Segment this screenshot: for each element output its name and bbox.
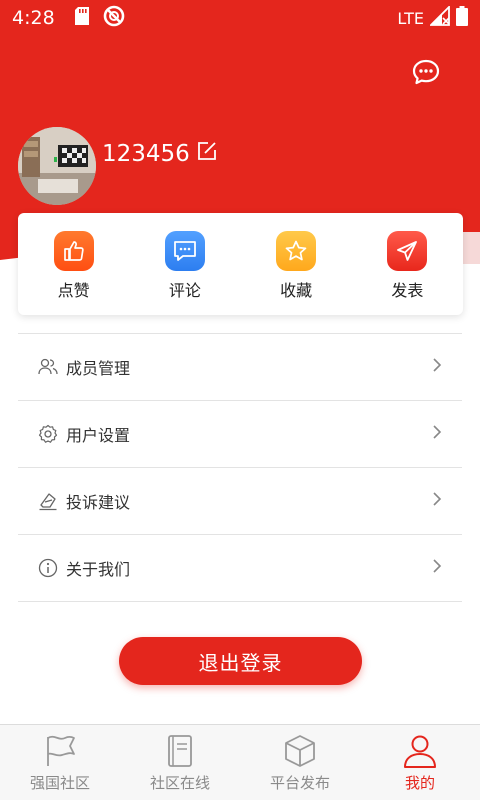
flag-icon <box>40 731 80 771</box>
nav-tab-mine-label: 我的 <box>404 774 435 792</box>
chevron-right-icon <box>432 357 442 377</box>
info-icon <box>38 558 58 578</box>
action-card: 点赞 评论 收藏 发表 <box>18 213 463 315</box>
box-icon <box>280 731 320 771</box>
menu-item-feedback[interactable]: 投诉建议 <box>18 468 462 535</box>
menu-item-about[interactable]: 关于我们 <box>18 535 462 602</box>
nav-tab-publish[interactable]: 平台发布 <box>240 725 360 800</box>
edit-icon <box>196 140 218 168</box>
nav-tab-community[interactable]: 强国社区 <box>0 725 120 800</box>
battery-icon <box>456 6 468 30</box>
network-type: LTE <box>397 8 424 28</box>
user-icon <box>400 731 440 771</box>
chevron-right-icon <box>432 491 442 511</box>
action-like[interactable]: 点赞 <box>18 213 129 315</box>
chat-bubble-icon <box>412 58 440 90</box>
nav-tab-publish-label: 平台发布 <box>269 774 330 792</box>
send-icon <box>387 231 428 271</box>
star-icon <box>276 231 317 271</box>
sd-card-icon <box>74 7 89 29</box>
action-publish[interactable]: 发表 <box>352 213 463 315</box>
nav-tab-online[interactable]: 社区在线 <box>120 725 240 800</box>
status-bar: 4:28 LTE <box>0 0 480 36</box>
book-icon <box>160 731 200 771</box>
logout-button[interactable]: 退出登录 <box>119 637 362 685</box>
sync-icon <box>103 5 125 31</box>
action-favorite[interactable]: 收藏 <box>241 213 352 315</box>
members-icon <box>38 357 58 377</box>
menu-item-user-settings[interactable]: 用户设置 <box>18 401 462 468</box>
action-comment-label: 评论 <box>168 281 201 300</box>
action-like-label: 点赞 <box>57 281 90 300</box>
chevron-right-icon <box>432 558 442 578</box>
thumbs-up-icon <box>53 231 94 271</box>
feedback-icon <box>38 491 58 511</box>
username-edit[interactable]: 123456 <box>102 140 218 168</box>
signal-icon <box>428 4 450 30</box>
chevron-right-icon <box>432 424 442 444</box>
settings-menu: 成员管理 用户设置 投诉建议 关于我们 <box>18 333 462 602</box>
action-favorite-label: 收藏 <box>280 281 313 300</box>
menu-item-about-label: 关于我们 <box>66 560 131 579</box>
comment-icon <box>164 231 205 271</box>
bottom-nav: 强国社区 社区在线 平台发布 我的 <box>0 724 480 800</box>
status-time: 4:28 <box>12 7 55 29</box>
chat-button[interactable] <box>410 58 442 90</box>
menu-item-feedback-label: 投诉建议 <box>66 493 131 512</box>
menu-item-members[interactable]: 成员管理 <box>18 334 462 401</box>
nav-tab-online-label: 社区在线 <box>149 774 210 792</box>
action-publish-label: 发表 <box>391 281 424 300</box>
nav-tab-mine[interactable]: 我的 <box>360 725 480 800</box>
gear-icon <box>38 424 58 444</box>
menu-item-members-label: 成员管理 <box>66 359 131 378</box>
avatar[interactable] <box>18 127 96 205</box>
action-comment[interactable]: 评论 <box>129 213 240 315</box>
nav-tab-community-label: 强国社区 <box>29 774 90 792</box>
menu-item-user-settings-label: 用户设置 <box>66 426 131 445</box>
username: 123456 <box>102 141 190 167</box>
